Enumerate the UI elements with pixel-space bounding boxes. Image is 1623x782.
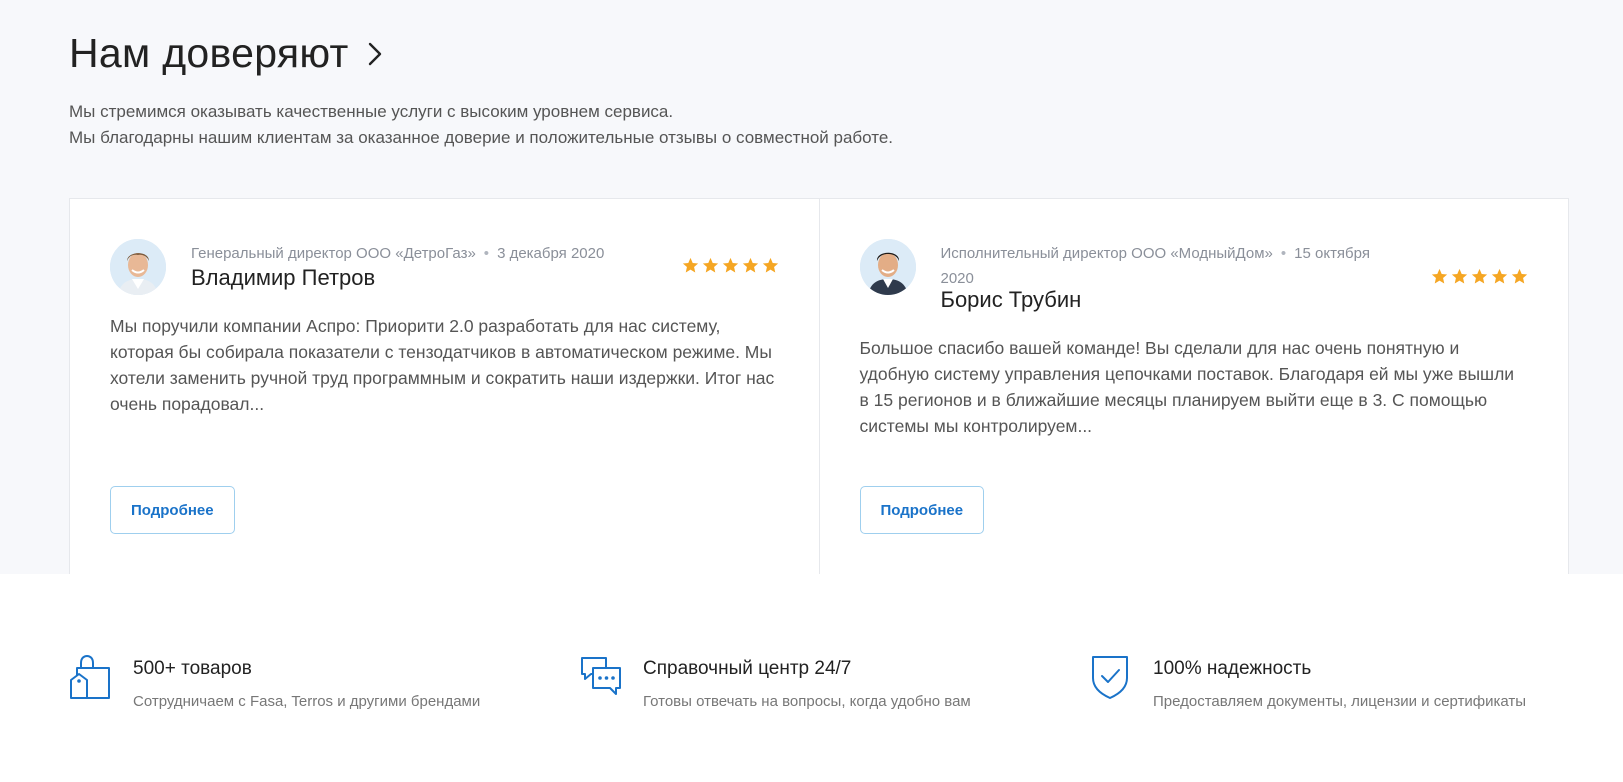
section-heading[interactable]: Нам доверяют xyxy=(69,30,389,77)
feature-title: Справочный центр 24/7 xyxy=(643,658,852,679)
star-icon xyxy=(722,257,738,273)
star-icon xyxy=(682,257,698,273)
feature-item: 100% надежность Предоставляем документы,… xyxy=(1089,654,1526,710)
chat-bubbles-icon xyxy=(579,654,623,700)
feature-item: 500+ товаров Сотрудничаем с Fasa, Terros… xyxy=(69,654,480,710)
feature-title: 100% надежность xyxy=(1153,658,1312,679)
avatar xyxy=(859,239,916,295)
reviews-list: Генеральный директор ООО «ДетроГаз» • 3 де… xyxy=(69,198,1569,574)
review-text: Большое спасибо вашей команде! Вы сделал… xyxy=(859,338,1515,436)
reviews-section: Нам доверяют Мы стремимся оказывать каче… xyxy=(0,0,1623,574)
review-meta: Исполнительный директор ООО «МодныйДом» •… xyxy=(940,245,1370,287)
shield-check-icon xyxy=(1089,654,1133,700)
star-icon xyxy=(702,257,718,273)
intro-line: Мы благодарны нашим клиентам за оказанно… xyxy=(69,128,894,147)
review-position: Исполнительный директор ООО «МодныйДом» xyxy=(940,245,1273,262)
chevron-right-icon[interactable] xyxy=(367,39,389,69)
review-meta: Генеральный директор ООО «ДетроГаз» • 3 де… xyxy=(191,245,605,262)
read-more-button[interactable]: Подробнее xyxy=(110,486,235,534)
feature-subtitle: Сотрудничаем с Fasa, Terros и другими бр… xyxy=(133,693,481,710)
rating-stars xyxy=(682,257,779,274)
star-icon xyxy=(1491,268,1508,284)
shopping-bag-icon xyxy=(69,654,113,700)
review-card: Исполнительный директор ООО «МодныйДом» •… xyxy=(818,199,1569,574)
star-icon xyxy=(1431,268,1448,284)
review-card: Генеральный директор ООО «ДетроГаз» • 3 де… xyxy=(70,199,819,574)
star-icon xyxy=(1471,268,1488,284)
avatar xyxy=(110,239,166,295)
star-icon xyxy=(762,257,778,273)
review-author: Борис Трубин xyxy=(940,287,1082,312)
intro-line: Мы стремимся оказывать качественные услу… xyxy=(69,102,674,121)
star-icon xyxy=(1451,268,1468,284)
review-position: Генеральный директор ООО «ДетроГаз» xyxy=(191,245,476,262)
feature-title: 500+ товаров xyxy=(133,658,252,679)
section-intro: Мы стремимся оказывать качественные услу… xyxy=(69,99,893,151)
features-bar: 500+ товаров Сотрудничаем с Fasa, Terros… xyxy=(0,574,1623,782)
section-title[interactable]: Нам доверяют xyxy=(69,30,349,77)
star-icon xyxy=(1511,268,1528,284)
rating-stars xyxy=(1431,268,1528,285)
review-author: Владимир Петров xyxy=(191,265,376,290)
review-date: 3 декабря 2020 xyxy=(497,245,605,262)
review-text: Мы поручили компании Аспро: Приорити 2.0… xyxy=(110,316,775,414)
star-icon xyxy=(742,257,758,273)
feature-item: Справочный центр 24/7 Готовы отвечать на… xyxy=(579,654,971,710)
feature-subtitle: Готовы отвечать на вопросы, когда удобно… xyxy=(643,693,971,710)
feature-subtitle: Предоставляем документы, лицензии и серт… xyxy=(1153,693,1527,710)
read-more-button[interactable]: Подробнее xyxy=(859,486,985,534)
